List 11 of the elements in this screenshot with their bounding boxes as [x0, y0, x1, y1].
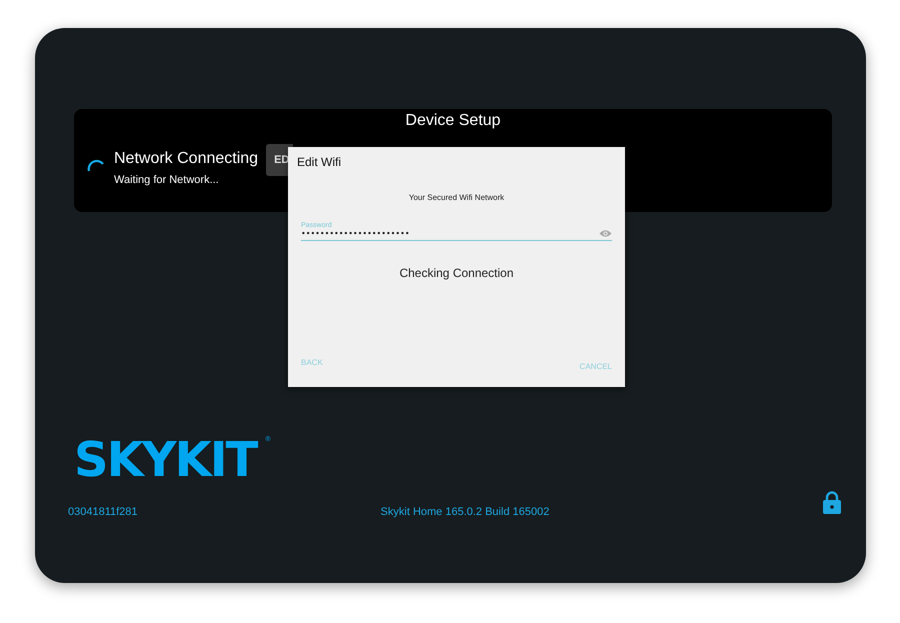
version-text: Skykit Home 165.0.2 Build 165002 — [380, 506, 550, 518]
logo: SKYKIT — [74, 436, 256, 484]
substatus-text: Waiting for Network... — [114, 174, 220, 186]
connection-message: Checking Connection — [399, 266, 514, 280]
screen-title: Device Setup — [405, 112, 501, 130]
dialog-title: Edit Wifi — [297, 155, 342, 169]
lock-icon[interactable] — [823, 490, 841, 514]
password-field[interactable]: ••••••••••••••••••••••• — [301, 229, 421, 238]
status-text: Network Connecting — [114, 150, 258, 168]
network-name: Your Secured Wifi Network — [408, 193, 504, 202]
device-id: 03041811f281 — [68, 506, 138, 518]
